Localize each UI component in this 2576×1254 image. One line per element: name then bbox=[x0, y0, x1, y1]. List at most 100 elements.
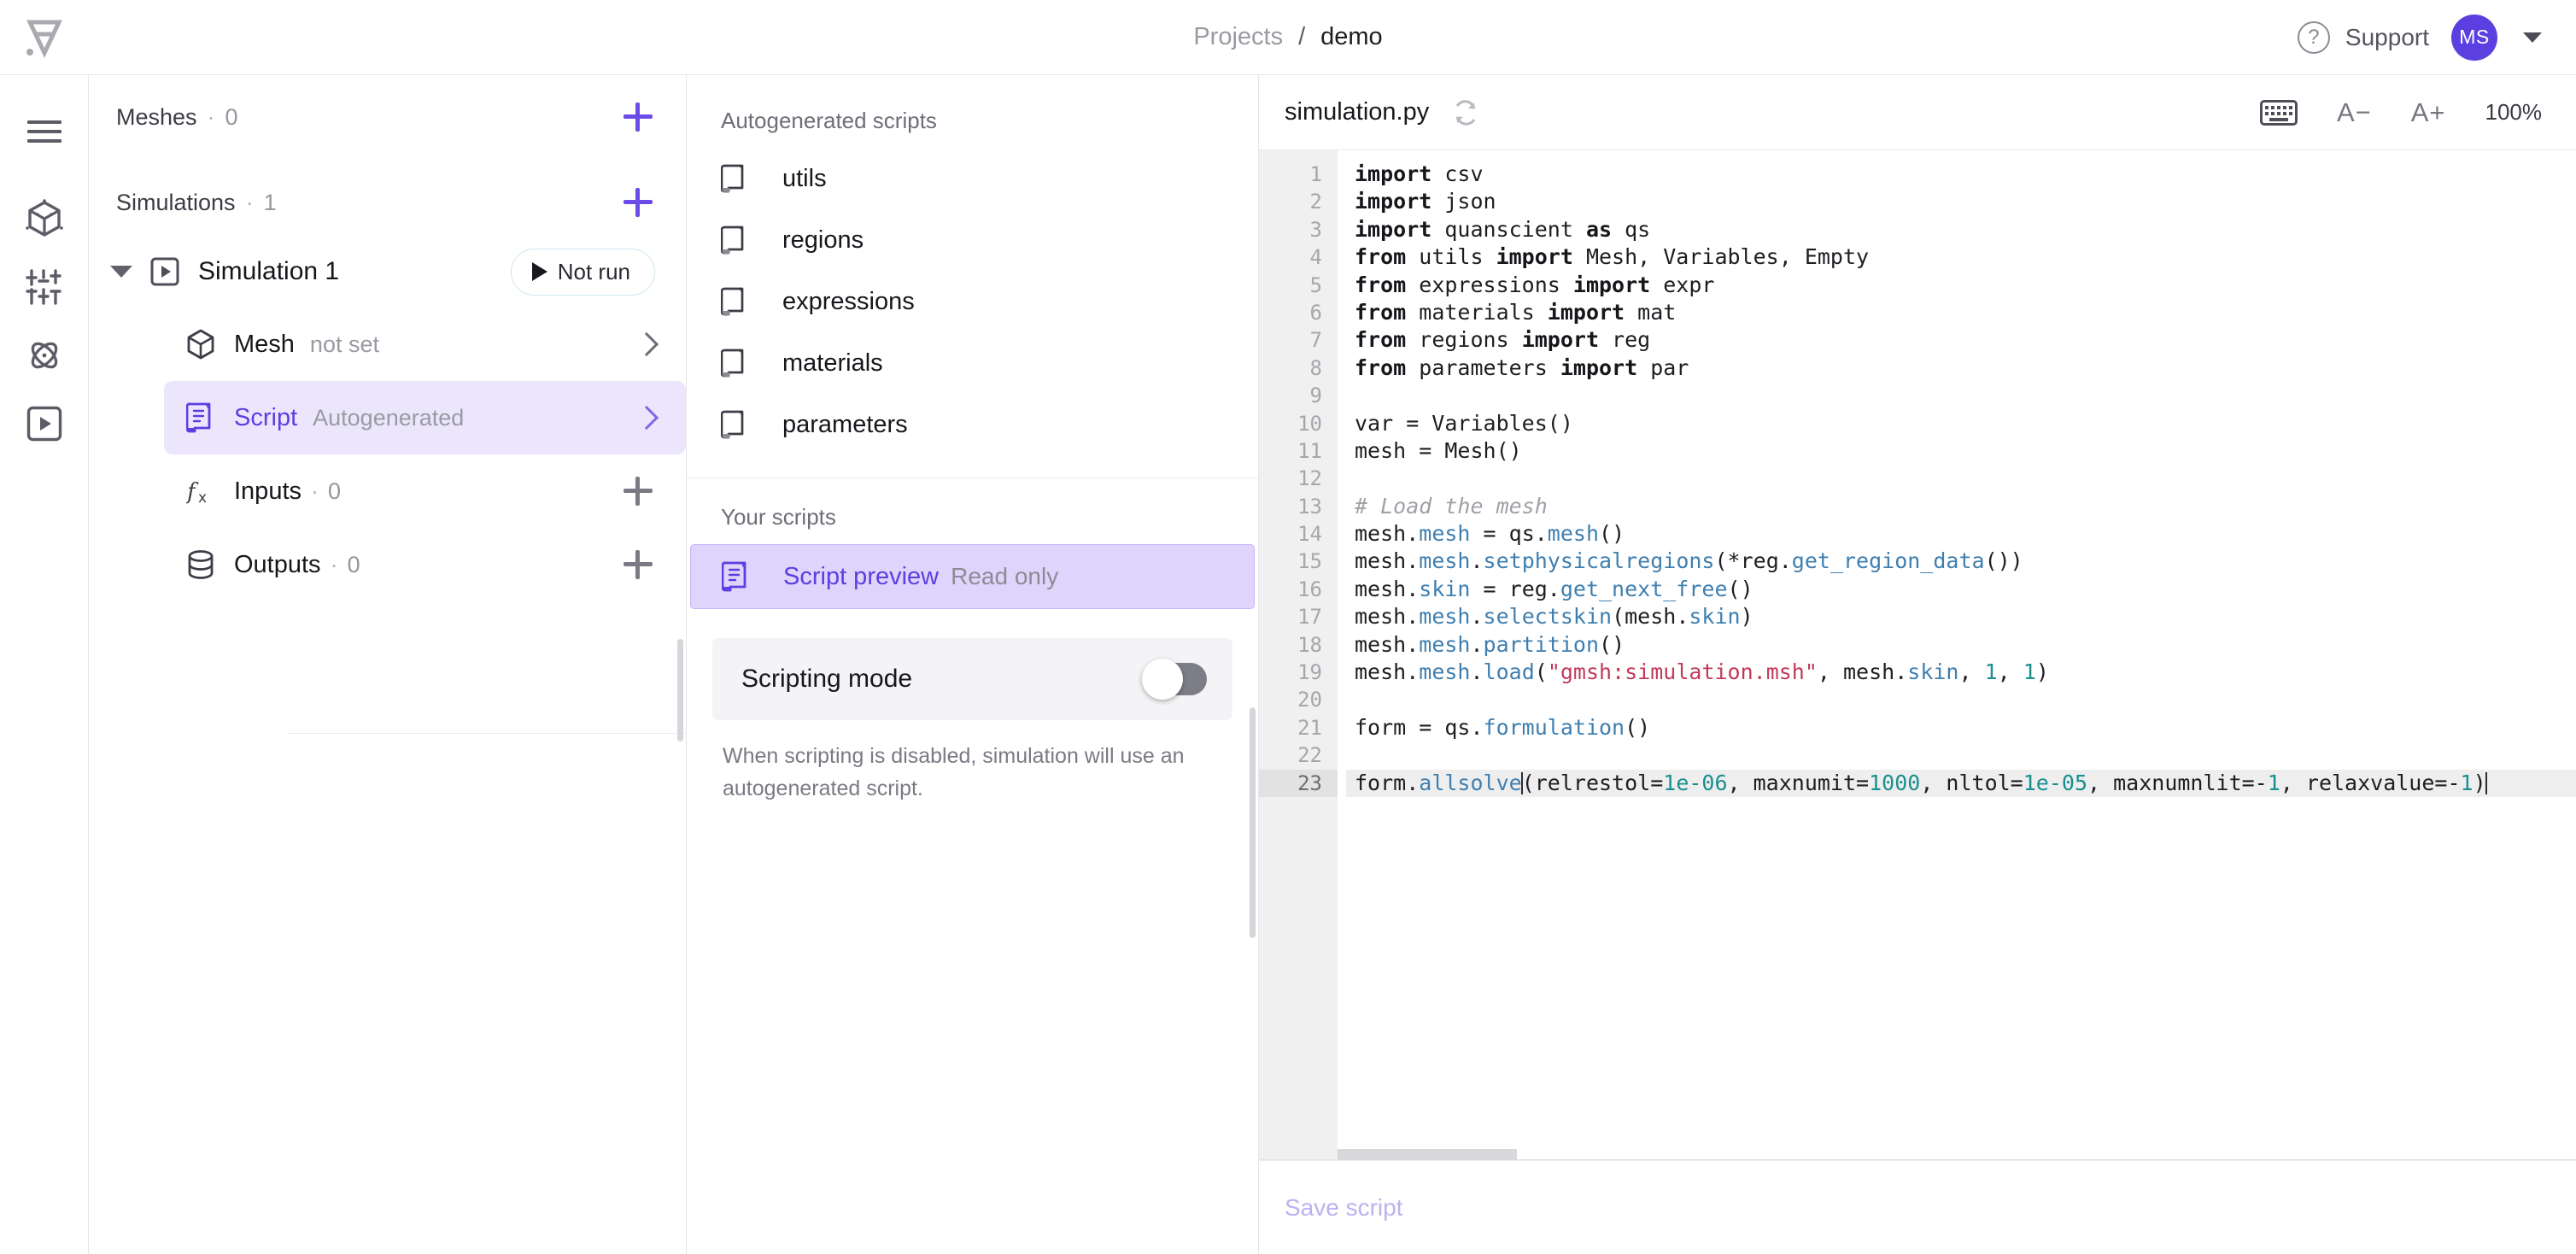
line-number-gutter: 1 2 3 4 5 6 7 8 9 10 11 12 13 14 15 16 17 18 19 20 21 22 23 bbox=[1259, 150, 1338, 1160]
add-input-button[interactable] bbox=[621, 474, 655, 508]
fx-icon: f x bbox=[186, 476, 234, 507]
line-number: 2 bbox=[1309, 190, 1322, 214]
code-token: get_next_free bbox=[1560, 576, 1728, 601]
your-scripts-heading: Your scripts bbox=[721, 504, 836, 530]
menu-toggle-button[interactable] bbox=[0, 97, 89, 166]
scripting-mode-toggle[interactable] bbox=[1142, 659, 1207, 700]
code-token: quanscient bbox=[1431, 216, 1586, 242]
code-token: setphysicalregions bbox=[1483, 548, 1715, 574]
chevron-right-icon[interactable] bbox=[634, 405, 659, 431]
breadcrumb-current[interactable]: demo bbox=[1320, 23, 1383, 51]
code-line[interactable]: from utils import Mesh, Variables, Empty bbox=[1346, 243, 2576, 271]
code-line[interactable]: mesh.mesh.selectskin(mesh.skin) bbox=[1346, 603, 2576, 630]
sidebar-item-simulations[interactable] bbox=[0, 390, 89, 458]
tree-node-script-label: Script bbox=[234, 403, 298, 431]
sidebar-item-parameters[interactable] bbox=[0, 253, 89, 321]
chevron-down-icon[interactable] bbox=[2523, 32, 2542, 43]
code-line[interactable] bbox=[1346, 686, 2576, 713]
code-line[interactable]: mesh = Mesh() bbox=[1346, 437, 2576, 465]
code-token: , bbox=[1997, 659, 2023, 685]
code-line[interactable]: import quanscient as qs bbox=[1346, 216, 2576, 243]
code-line[interactable]: mesh.mesh.load("gmsh:simulation.msh", me… bbox=[1346, 659, 2576, 686]
play-box-icon bbox=[26, 406, 61, 442]
code-line[interactable] bbox=[1346, 465, 2576, 492]
code-horizontal-scrollbar[interactable] bbox=[1338, 1149, 1517, 1160]
cube-icon bbox=[186, 329, 234, 360]
code-line[interactable] bbox=[1346, 382, 2576, 409]
tree-node-inputs-dot: · bbox=[311, 478, 319, 504]
tree-node-outputs[interactable]: Outputs · 0 bbox=[164, 528, 686, 601]
script-preview-item[interactable]: Script preview Read only bbox=[690, 544, 1255, 609]
code-line[interactable]: mesh.mesh = qs.mesh() bbox=[1346, 520, 2576, 548]
scripting-mode-label: Scripting mode bbox=[741, 665, 913, 693]
line-number: 16 bbox=[1297, 577, 1322, 601]
code-line[interactable]: import csv bbox=[1346, 161, 2576, 188]
meshes-count: 0 bbox=[225, 103, 238, 130]
app-body: Meshes · 0 Simulations · 1 Simulation 1 … bbox=[0, 75, 2576, 1254]
tree-scrollbar[interactable] bbox=[677, 639, 683, 741]
code-token: mat bbox=[1625, 299, 1677, 325]
support-button[interactable]: ? Support bbox=[2297, 21, 2429, 54]
simulations-count: 1 bbox=[263, 189, 277, 215]
run-status-label: Not run bbox=[557, 258, 630, 284]
avatar[interactable]: MS bbox=[2451, 14, 2497, 61]
code-token: 1 bbox=[2460, 770, 2474, 795]
code-token: expr bbox=[1650, 272, 1715, 297]
code-line[interactable]: from regions import reg bbox=[1346, 326, 2576, 354]
scripts-scrollbar[interactable] bbox=[1250, 707, 1256, 938]
add-mesh-button[interactable] bbox=[621, 100, 655, 134]
chevron-right-icon[interactable] bbox=[634, 331, 659, 357]
sliders-icon bbox=[25, 269, 61, 305]
tree-node-mesh[interactable]: Mesh not set bbox=[164, 308, 686, 381]
script-file-parameters[interactable]: parameters bbox=[687, 394, 1258, 455]
code-token: form. bbox=[1355, 770, 1420, 795]
editor-footer: Save script bbox=[1259, 1160, 2576, 1254]
breadcrumb-projects[interactable]: Projects bbox=[1193, 23, 1283, 51]
meshes-dot: · bbox=[207, 103, 215, 130]
code-token: mesh. bbox=[1355, 576, 1420, 601]
code-line[interactable]: from materials import mat bbox=[1346, 299, 2576, 326]
code-token: selectskin bbox=[1483, 604, 1613, 630]
line-number: 11 bbox=[1297, 438, 1322, 463]
code-content[interactable]: import csv import json import quanscient a… bbox=[1338, 150, 2576, 1160]
code-line[interactable] bbox=[1346, 741, 2576, 769]
code-line[interactable]: from expressions import expr bbox=[1346, 272, 2576, 299]
script-file-utils[interactable]: utils bbox=[687, 148, 1258, 209]
sidebar-item-geometry[interactable] bbox=[0, 185, 89, 253]
code-line[interactable]: from parameters import par bbox=[1346, 355, 2576, 382]
code-line[interactable]: mesh.mesh.partition() bbox=[1346, 631, 2576, 659]
script-file-expressions[interactable]: expressions bbox=[687, 271, 1258, 332]
code-line[interactable]: mesh.skin = reg.get_next_free() bbox=[1346, 576, 2576, 603]
code-token: import bbox=[1355, 216, 1432, 242]
script-file-materials[interactable]: materials bbox=[687, 332, 1258, 394]
add-output-button[interactable] bbox=[621, 548, 655, 582]
tree-divider bbox=[287, 733, 686, 734]
code-line[interactable]: import json bbox=[1346, 188, 2576, 215]
save-script-button[interactable]: Save script bbox=[1285, 1194, 1403, 1222]
font-increase-button[interactable]: A+ bbox=[2411, 97, 2446, 128]
simulations-section-header: Simulations · 1 bbox=[89, 169, 686, 236]
editor-tools: A− A+ 100% bbox=[2259, 97, 2542, 128]
code-line[interactable]: form = qs.formulation() bbox=[1346, 714, 2576, 741]
tree-node-outputs-dot: · bbox=[330, 551, 338, 577]
meshes-label: Meshes bbox=[116, 103, 197, 130]
script-file-regions[interactable]: regions bbox=[687, 209, 1258, 271]
caret-down-icon[interactable] bbox=[102, 266, 140, 278]
code-token: # Load the mesh bbox=[1355, 493, 1548, 519]
tree-node-script[interactable]: Script Autogenerated bbox=[164, 381, 686, 454]
add-simulation-button[interactable] bbox=[621, 185, 655, 220]
code-line[interactable]: # Load the mesh bbox=[1346, 493, 2576, 520]
run-status-button[interactable]: Not run bbox=[510, 248, 655, 296]
tree-node-inputs[interactable]: f x Inputs · 0 bbox=[164, 454, 686, 528]
code-line[interactable]: mesh.mesh.setphysicalregions(*reg.get_re… bbox=[1346, 548, 2576, 575]
toggle-knob bbox=[1142, 659, 1183, 700]
refresh-icon[interactable] bbox=[1451, 98, 1480, 127]
font-decrease-button[interactable]: A− bbox=[2337, 97, 2372, 128]
sidebar-item-physics[interactable] bbox=[0, 321, 89, 390]
code-line[interactable]: var = Variables() bbox=[1346, 410, 2576, 437]
code-line[interactable]: form.allsolve(relrestol=1e-06, maxnumit=… bbox=[1346, 769, 2576, 797]
keyboard-icon[interactable] bbox=[2259, 99, 2298, 126]
simulation-row[interactable]: Simulation 1 Not run bbox=[89, 236, 686, 308]
code-token: 1e-05 bbox=[2023, 770, 2088, 795]
tree-node-outputs-count: 0 bbox=[347, 551, 360, 577]
